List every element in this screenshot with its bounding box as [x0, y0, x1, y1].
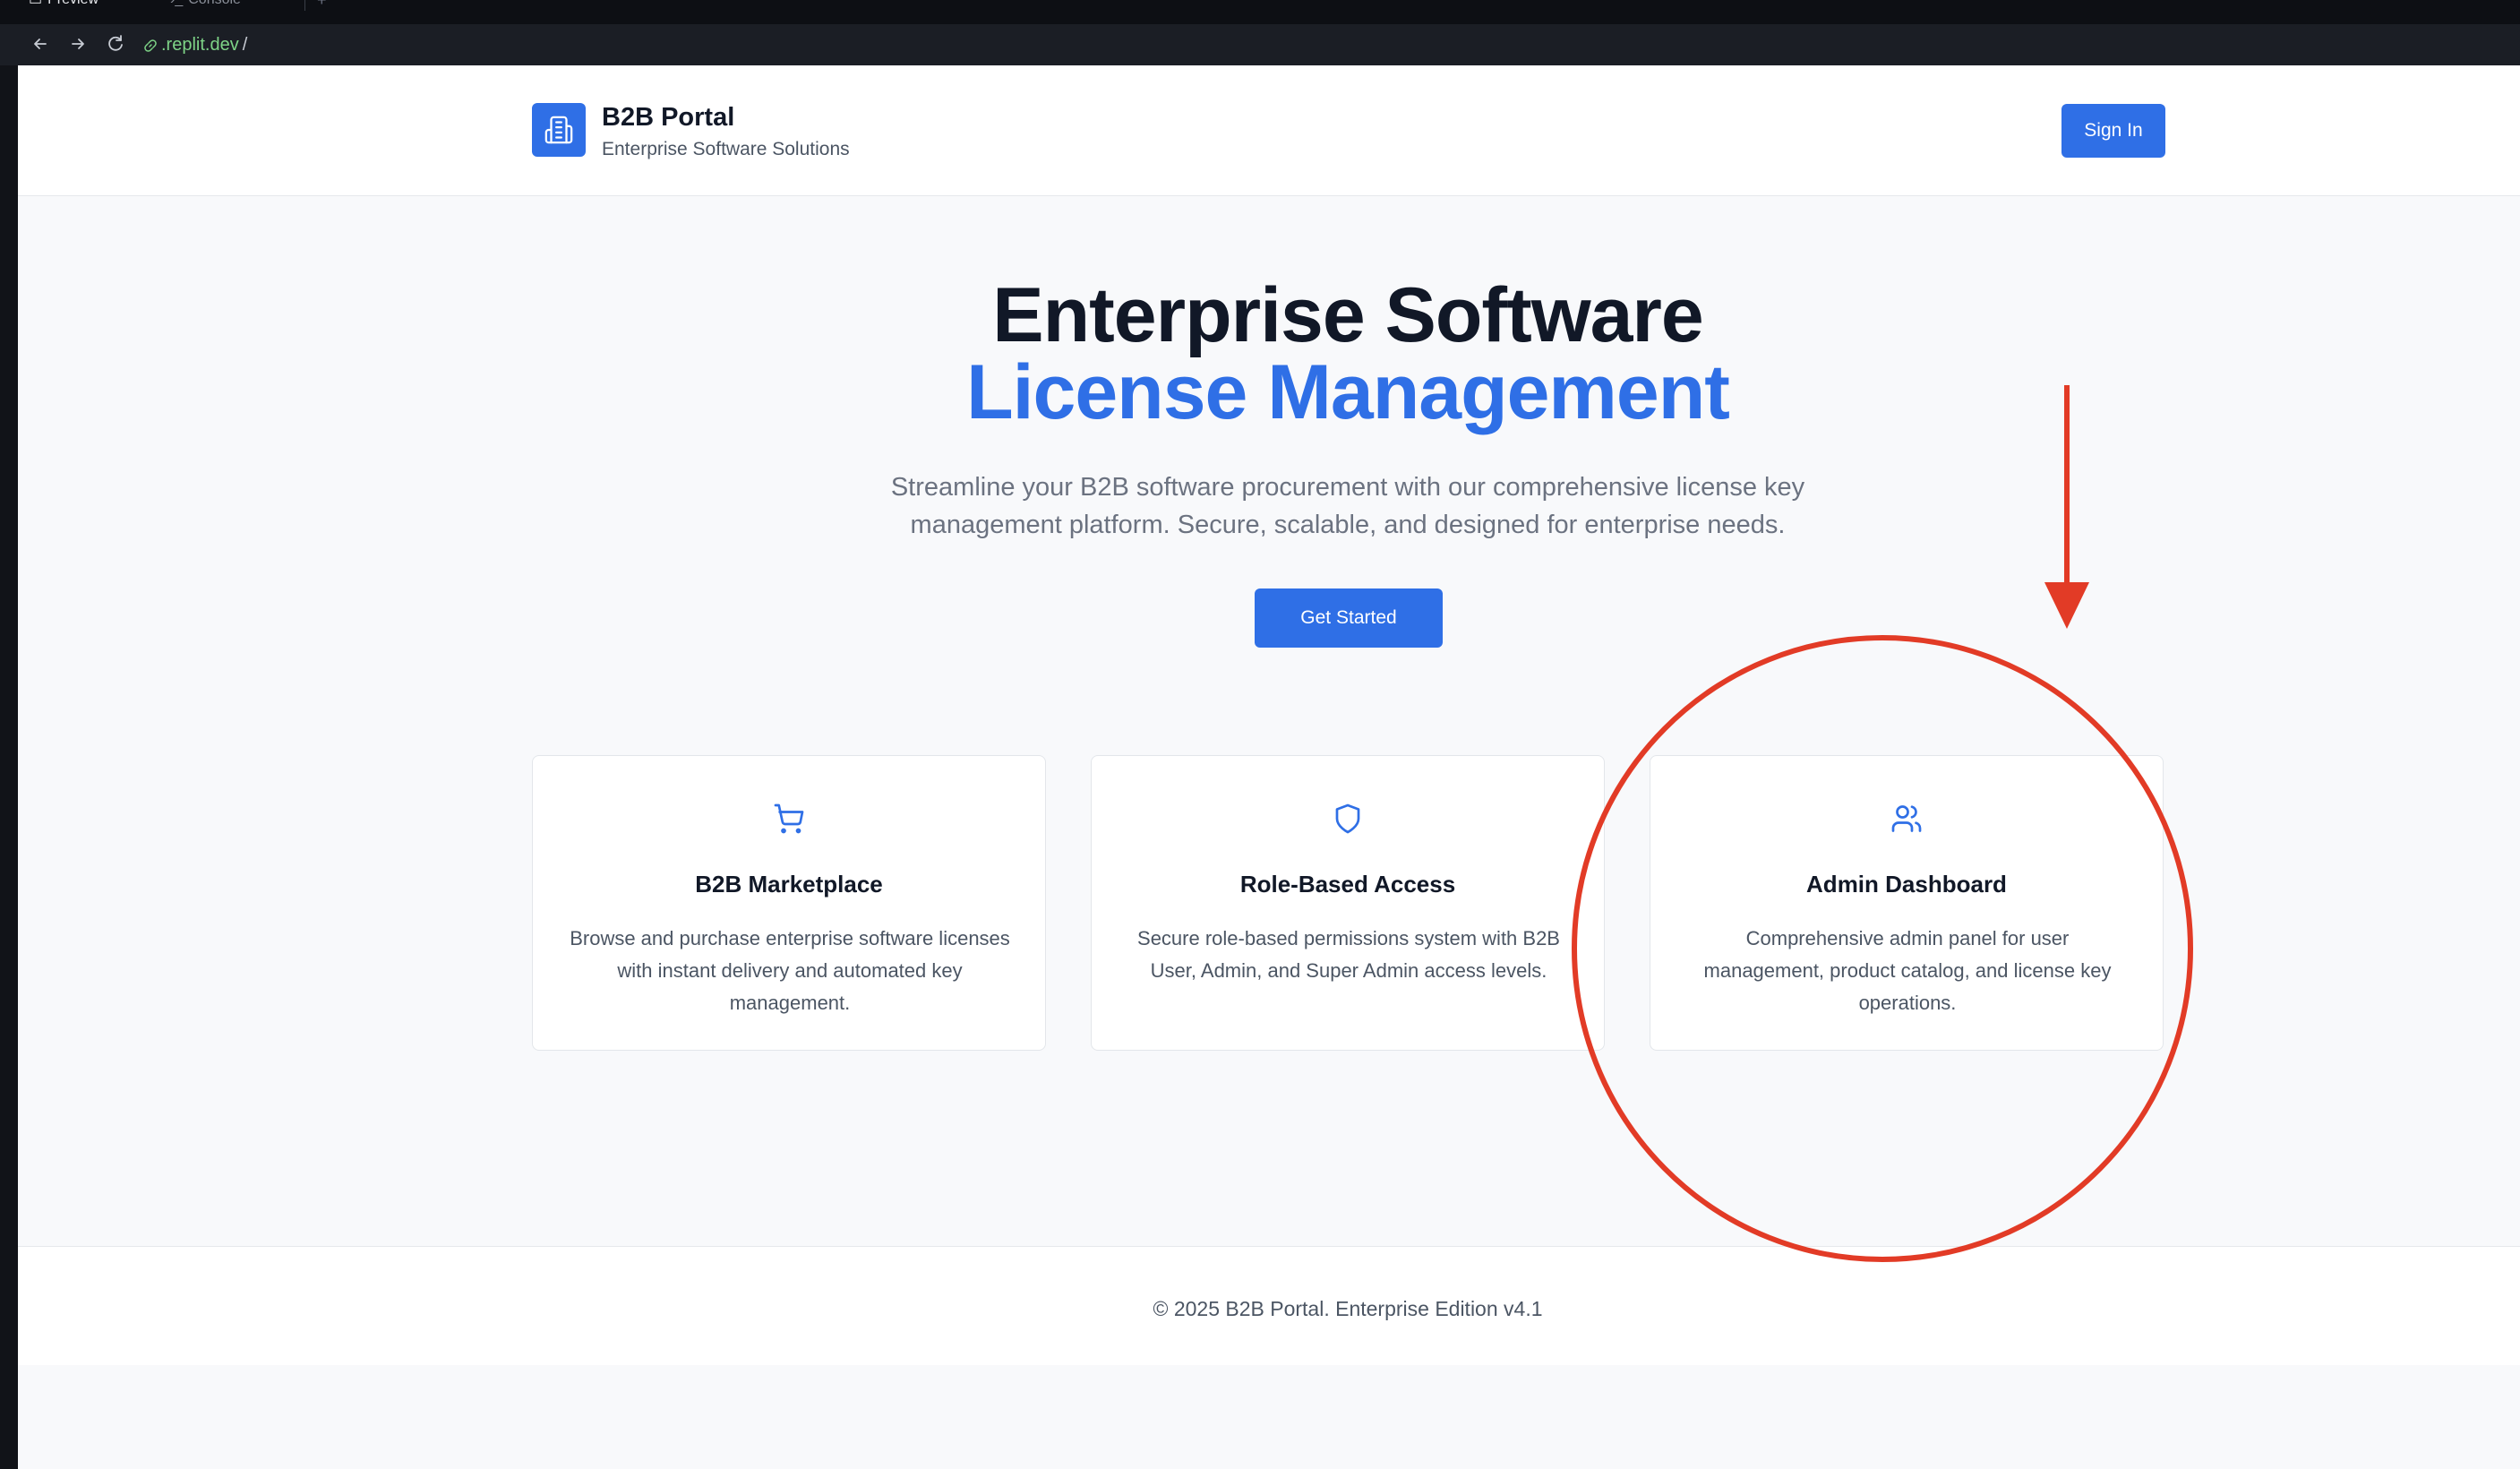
tab-preview[interactable]: ▭ Preview: [29, 0, 99, 9]
copyright-text: © 2025 B2B Portal. Enterprise Edition v4…: [1153, 1297, 1543, 1320]
sign-in-button[interactable]: Sign In: [2061, 104, 2165, 158]
get-started-button[interactable]: Get Started: [1255, 588, 1443, 648]
shopping-cart-icon: [533, 801, 1045, 837]
browser-tab-bar: ▭ Preview ›_ Console +: [0, 0, 2520, 24]
building-icon[interactable]: [532, 103, 586, 157]
feature-card-admin-dashboard: Admin Dashboard Comprehensive admin pane…: [1650, 755, 2164, 1051]
tab-label: Preview: [47, 0, 99, 8]
url-host: .replit.dev: [161, 35, 239, 55]
site-header: B2B Portal Enterprise Software Solutions…: [18, 65, 2520, 196]
new-tab-icon[interactable]: +: [317, 0, 327, 10]
hero-title-highlight: License Management: [966, 349, 1730, 435]
shield-icon: [1092, 801, 1604, 837]
site-footer: © 2025 B2B Portal. Enterprise Edition v4…: [18, 1246, 2520, 1365]
tab-console[interactable]: ›_ Console: [170, 0, 241, 9]
brand-name[interactable]: B2B Portal: [602, 103, 734, 133]
hero-title: Enterprise Software: [992, 272, 1703, 358]
url-field[interactable]: .replit.dev /: [143, 35, 247, 56]
address-bar: .replit.dev /: [0, 24, 2520, 66]
hero-description: Streamline your B2B software procurement…: [890, 473, 1805, 539]
tab-label: Console: [188, 0, 241, 8]
terminal-icon: ›_: [170, 0, 183, 8]
users-icon: [1650, 801, 2163, 837]
feature-description: Browse and purchase enterprise software …: [570, 927, 1010, 1014]
feature-title: Role-Based Access: [1239, 871, 1456, 898]
link-icon: [144, 39, 157, 52]
reload-icon[interactable]: [104, 32, 127, 56]
back-arrow-icon[interactable]: [29, 32, 52, 56]
tab-divider: [304, 0, 305, 11]
monitor-icon: ▭: [29, 0, 43, 8]
webpage: B2B Portal Enterprise Software Solutions…: [18, 65, 2520, 1469]
url-path: /: [242, 35, 248, 55]
forward-arrow-icon[interactable]: [66, 32, 90, 56]
feature-description: Comprehensive admin panel for user manag…: [1703, 927, 2112, 1014]
brand-tagline: Enterprise Software Solutions: [602, 139, 850, 159]
feature-description: Secure role-based permissions system wit…: [1137, 927, 1560, 982]
window-frame: [0, 65, 18, 1469]
feature-title: Admin Dashboard: [1806, 871, 2007, 898]
feature-title: B2B Marketplace: [695, 871, 883, 898]
feature-card-role-access: Role-Based Access Secure role-based perm…: [1091, 755, 1605, 1051]
feature-card-marketplace: B2B Marketplace Browse and purchase ente…: [532, 755, 1046, 1051]
